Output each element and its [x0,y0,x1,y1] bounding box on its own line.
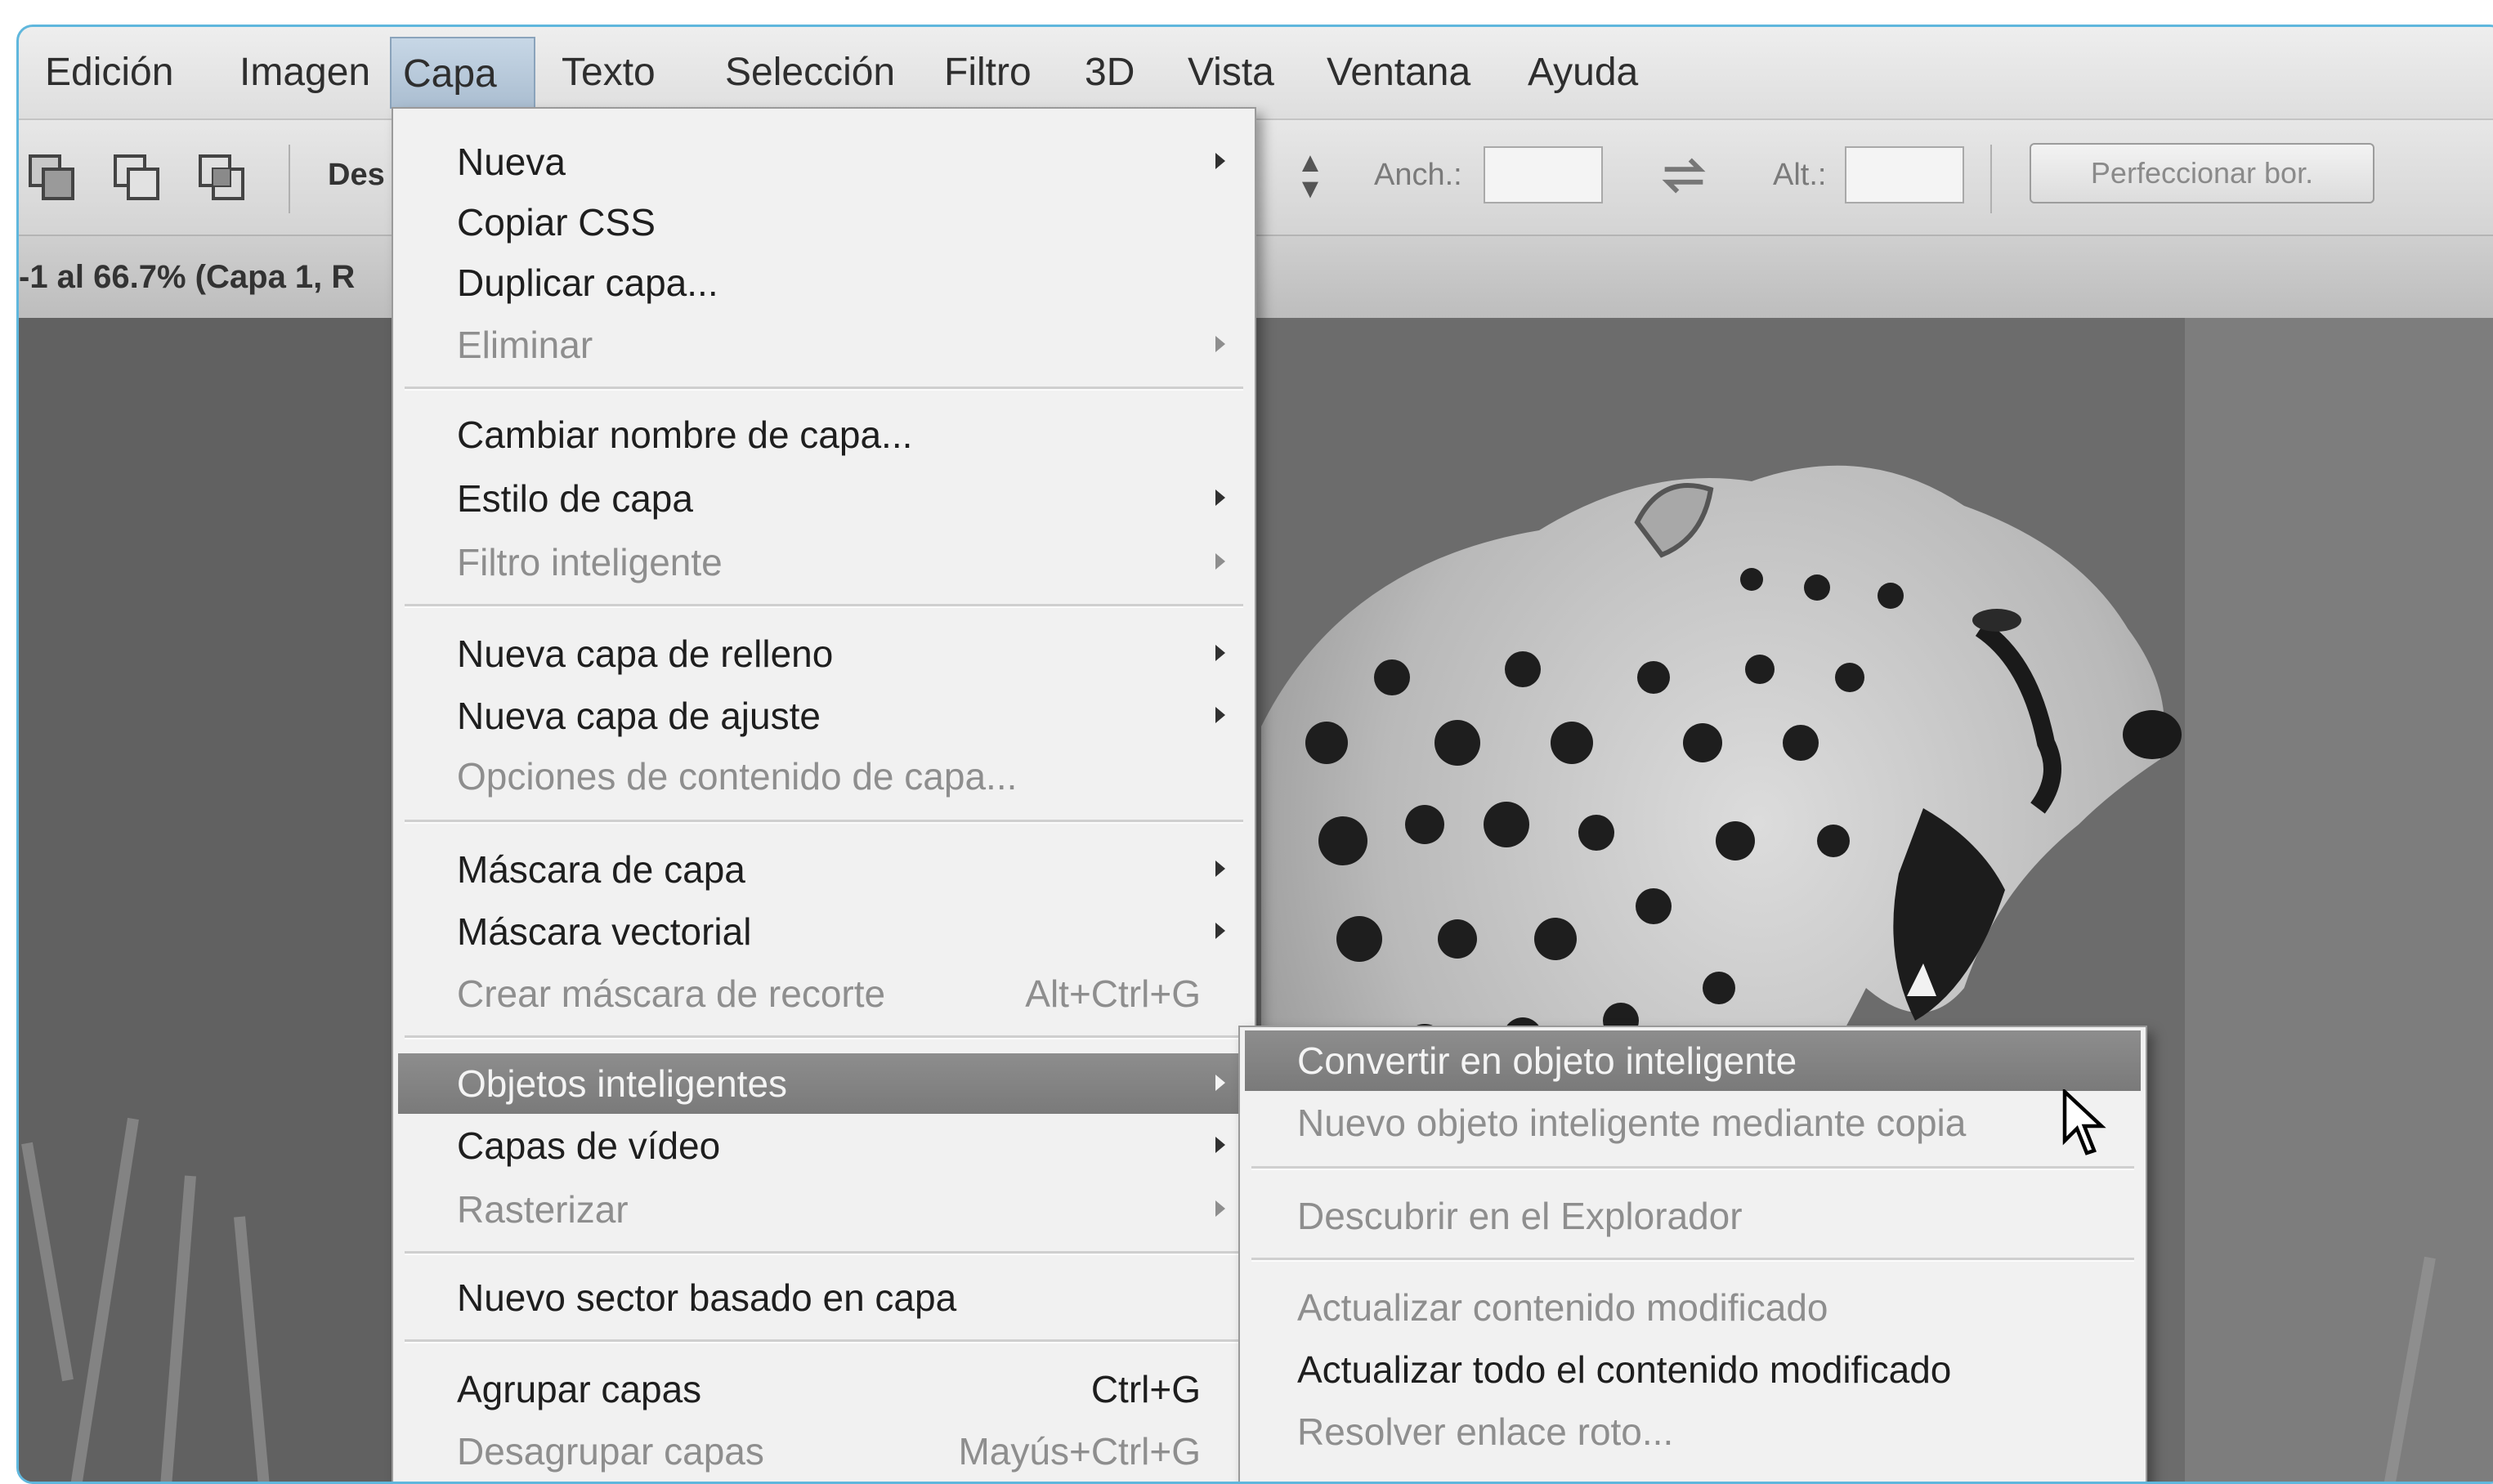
capa-menu: Nueva Copiar CSS Duplicar capa... Elimin… [392,107,1256,1482]
menu-ayuda[interactable]: Ayuda [1516,37,1649,109]
menu-separator [405,1339,1243,1343]
menu-separator [405,1035,1243,1039]
menu-item-actualizar-contenido-modificado: Actualizar contenido modificado [1297,1286,1828,1329]
menu-item-convertir-en-objeto-inteligente[interactable]: Convertir en objeto inteligente [1245,1030,2141,1091]
menu-item-filtro-inteligente: Filtro inteligente [398,532,1250,592]
menu-imagen[interactable]: Imagen [228,37,382,109]
height-label: Alt.: [1773,158,1827,192]
submenu-arrow-icon [1215,553,1225,570]
menu-item-opciones-de-contenido: Opciones de contenido de capa... [457,755,1018,798]
shortcut-label: Mayús+Ctrl+G [958,1430,1201,1473]
shortcut-label: Alt+Ctrl+G [1025,972,1201,1015]
width-field[interactable] [1484,146,1603,203]
toolbar-divider [1990,145,1992,213]
menu-item-nuevo-objeto-mediante-copia: Nuevo objeto inteligente mediante copia [1297,1102,1967,1144]
stepper-icon[interactable]: ▲ ▼ [1294,149,1327,203]
menubar: Edición Imagen Capa Texto Selección Filt… [19,27,2493,120]
menu-3d[interactable]: 3D [1073,37,1146,109]
submenu-arrow-icon [1215,153,1225,169]
menu-separator [1251,1166,2134,1170]
menu-item-capas-de-video[interactable]: Capas de vídeo [398,1115,1250,1176]
add-to-selection-icon[interactable] [110,151,163,203]
app-window: Edición Imagen Capa Texto Selección Filt… [16,25,2493,1484]
menu-item-resolver-enlace-roto: Resolver enlace roto... [1297,1410,1674,1453]
menu-separator [405,820,1243,824]
menu-edicion[interactable]: Edición [34,37,185,109]
submenu-arrow-icon [1215,1200,1225,1217]
menu-item-copiar-css[interactable]: Copiar CSS [398,192,1250,253]
submenu-arrow-icon [1215,860,1225,877]
menu-item-nueva[interactable]: Nueva [398,132,1250,192]
menu-item-mascara-de-capa[interactable]: Máscara de capa [398,839,1250,900]
menu-item-crear-mascara-de-recorte: Crear máscara de recorte Alt+Ctrl+G [398,963,1250,1024]
toolbar-divider [289,145,290,213]
menu-item-estilo-de-capa[interactable]: Estilo de capa [398,468,1250,529]
height-field[interactable] [1845,146,1964,203]
intersect-selection-icon[interactable] [195,151,248,203]
menu-seleccion[interactable]: Selección [714,37,906,109]
menu-item-actualizar-todo-el-contenido[interactable]: Actualizar todo el contenido modificado [1245,1339,2141,1400]
menu-capa[interactable]: Capa [390,37,535,109]
menu-item-mascara-vectorial[interactable]: Máscara vectorial [398,901,1250,962]
menu-item-agrupar-capas[interactable]: Agrupar capas Ctrl+G [398,1359,1250,1419]
menu-separator [1251,1258,2134,1262]
shortcut-label: Ctrl+G [1090,1368,1201,1410]
new-selection-icon[interactable] [25,151,78,203]
width-label: Anch.: [1374,158,1462,192]
menu-item-cambiar-nombre[interactable]: Cambiar nombre de capa... [398,405,1250,465]
menu-item-duplicar-capa[interactable]: Duplicar capa... [398,253,1250,313]
smart-objects-submenu: Convertir en objeto inteligente Nuevo ob… [1238,1026,2147,1482]
mouse-pointer-icon [2062,1089,2106,1155]
refine-edge-button[interactable]: Perfeccionar bor. [2030,143,2374,203]
menu-separator [405,1251,1243,1255]
menu-item-nueva-capa-de-relleno[interactable]: Nueva capa de relleno [398,624,1250,684]
menu-item-nueva-capa-de-ajuste[interactable]: Nueva capa de ajuste [398,686,1250,746]
document-tab-title: -1 al 66.7% (Capa 1, R [19,259,356,295]
truncated-option-label: Des [328,158,385,192]
menu-item-objetos-inteligentes[interactable]: Objetos inteligentes [398,1053,1250,1114]
submenu-arrow-icon [1215,923,1225,939]
menu-filtro[interactable]: Filtro [933,37,1043,109]
swap-arrows-icon[interactable] [1655,153,1712,199]
menu-texto[interactable]: Texto [550,37,667,109]
menu-item-rasterizar: Rasterizar [398,1179,1250,1240]
menu-item-eliminar: Eliminar [398,315,1250,375]
menu-item-desagrupar-capas: Desagrupar capas Mayús+Ctrl+G [398,1421,1250,1482]
submenu-arrow-icon [1215,1075,1225,1091]
menu-separator [405,387,1243,391]
menu-ventana[interactable]: Ventana [1315,37,1482,109]
submenu-arrow-icon [1215,336,1225,352]
submenu-arrow-icon [1215,489,1225,506]
submenu-arrow-icon [1215,1137,1225,1153]
menu-item-descubrir-en-explorador: Descubrir en el Explorador [1297,1195,1743,1237]
submenu-arrow-icon [1215,707,1225,723]
menu-separator [405,604,1243,608]
menu-item-nuevo-sector[interactable]: Nuevo sector basado en capa [398,1267,1250,1328]
menu-vista[interactable]: Vista [1176,37,1286,109]
submenu-arrow-icon [1215,645,1225,661]
